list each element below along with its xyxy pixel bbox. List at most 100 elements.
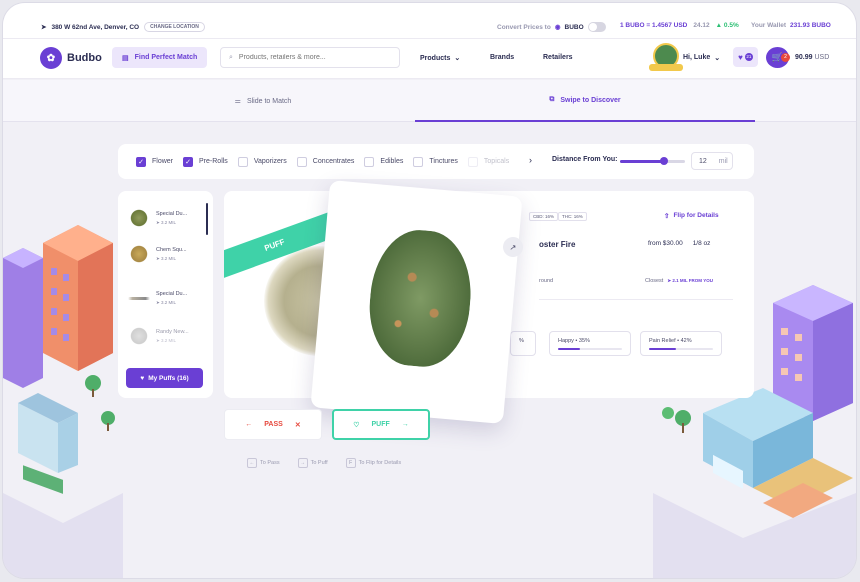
list-item[interactable]: Special Du... ➤ 3.2 MIL — [128, 283, 208, 313]
flip-icon: ⇧ — [664, 213, 670, 220]
greeting: Hi, Luke — [683, 54, 711, 61]
budbo-logo-icon: ✿ — [40, 47, 62, 69]
effect-bar-fill — [558, 348, 581, 350]
product-distance: 3.2 MIL — [161, 219, 177, 225]
product-thumbnail — [128, 209, 150, 227]
puff-button[interactable]: ♡ PUFF → — [332, 409, 430, 440]
nav-retailers[interactable]: Retailers — [543, 54, 573, 61]
top-info-bar: ➤ 380 W 62nd Ave, Denver, CO CHANGE LOCA… — [3, 3, 856, 39]
effect-chip: Pain Relief • 42% — [640, 331, 722, 356]
change-location-button[interactable]: CHANGE LOCATION — [144, 22, 205, 32]
product-distance: 3.2 MIL — [161, 255, 177, 261]
hint-flip-text: To Flip for Details — [358, 460, 402, 466]
balance: 90.99 USD — [795, 54, 829, 61]
list-item[interactable]: Chem Squ... ➤ 3.2 MIL — [128, 239, 208, 269]
distance-slider-handle[interactable] — [660, 157, 669, 165]
city-illustration-left — [3, 225, 123, 578]
rate-price: 24.12 — [693, 22, 710, 29]
hint-pass-text: To Pass — [260, 460, 280, 466]
filter-topicals-label: Topicals — [483, 158, 510, 165]
heart-icon: ♥ — [738, 52, 743, 62]
wallet-label: Your Wallet — [751, 22, 787, 29]
brand-logo[interactable]: ✿ Budbo — [40, 47, 102, 69]
brand-name: Budbo — [67, 52, 102, 64]
retailer-name: round — [539, 278, 554, 284]
pass-button[interactable]: ← PASS ✕ — [224, 409, 322, 440]
effect-bar — [558, 348, 622, 350]
effect-label: Pain Relief • 42% — [649, 338, 692, 344]
closest-label: Closest — [645, 278, 664, 284]
flip-details-button[interactable]: ⇧ Flip for Details — [664, 212, 719, 220]
distance-slider-fill — [620, 160, 665, 163]
checkbox-vaporizers[interactable] — [237, 156, 248, 167]
checkbox-topicals[interactable] — [467, 156, 478, 167]
tab-slide-to-match[interactable]: ⚌ Slide to Match — [113, 80, 413, 122]
tab-swipe-to-discover[interactable]: ⧉ Swipe to Discover — [415, 80, 755, 122]
product-thumbnail — [128, 296, 150, 300]
find-perfect-match-button[interactable]: ▤ Find Perfect Match — [112, 47, 208, 68]
mode-tabs: ⚌ Slide to Match ⧉ Swipe to Discover — [3, 80, 856, 122]
convert-toggle[interactable] — [587, 22, 606, 32]
key-f: F — [345, 458, 356, 468]
distance-slider[interactable] — [620, 157, 685, 165]
my-puffs-button[interactable]: ♥ My Puffs (16) — [126, 368, 203, 388]
list-item[interactable]: Special Du... ➤ 3.2 MIL — [128, 203, 208, 233]
nav-products[interactable]: Products ⌄ — [420, 54, 460, 63]
location: ➤ 380 W 62nd Ave, Denver, CO CHANGE LOCA… — [41, 22, 205, 32]
hint-puff: → To Puff — [297, 458, 328, 468]
product-thumbnail — [128, 327, 150, 345]
filter-concentrates[interactable]: Concentrates — [296, 156, 355, 167]
search-box[interactable]: ⌕ — [220, 47, 400, 68]
checkbox-tinctures[interactable] — [413, 156, 424, 167]
checkbox-edibles[interactable] — [364, 156, 375, 167]
list-item[interactable]: Randy New... ➤ 3.2 MIL — [128, 321, 208, 351]
closest-value: 2.1 MIL FROM YOU — [672, 278, 713, 283]
bubo-rate: 1 BUBO = 1.4567 USD 24.12 ▲ 0.5% — [620, 22, 739, 29]
heart-outline-icon: ♡ — [353, 421, 360, 429]
arrow-left-icon: ← — [245, 421, 253, 428]
favorites-button[interactable]: ♥ 21 — [733, 47, 758, 67]
wallet-value: 231.93 BUBO — [790, 22, 831, 29]
thc-tag: THC: 16% — [558, 212, 587, 221]
nav-products-label: Products — [420, 54, 451, 62]
nav-retailers-label: Retailers — [543, 54, 573, 61]
product-name: Chem Squ... — [156, 246, 187, 253]
filter-topicals[interactable]: Topicals — [467, 156, 510, 167]
keyboard-hints: ← To Pass → To Puff F To Flip for Details — [247, 458, 401, 468]
product-name: Randy New... — [156, 328, 189, 335]
distance-input[interactable]: 12 mil — [691, 152, 733, 170]
wallet[interactable]: Your Wallet 231.93 BUBO — [751, 22, 831, 29]
my-puffs-label: My Puffs (16) — [148, 374, 189, 382]
filter-pre-rolls[interactable]: ✓ Pre-Rolls — [183, 156, 228, 167]
effect-bar — [649, 348, 713, 350]
price-size: 1/8 oz — [692, 240, 711, 247]
filter-tinctures[interactable]: Tinctures — [413, 156, 458, 167]
hint-flip: F To Flip for Details — [345, 458, 402, 468]
convert-currency: BUBO — [564, 23, 584, 31]
product-card-front[interactable] — [310, 180, 523, 424]
checkbox-concentrates[interactable] — [296, 156, 307, 167]
effect-chip: Happy • 35% — [549, 331, 631, 356]
product-thumbnail — [128, 245, 150, 263]
hint-puff-text: To Puff — [310, 460, 328, 466]
flip-label: Flip for Details — [673, 212, 719, 219]
filter-concentrates-label: Concentrates — [312, 158, 355, 165]
filter-flower[interactable]: ✓ Flower — [136, 156, 173, 167]
filter-edibles[interactable]: Edibles — [364, 156, 403, 167]
convert-prices: Convert Prices to ◉ BUBO — [497, 22, 606, 32]
filter-vaporizers[interactable]: Vaporizers — [237, 156, 287, 167]
checkbox-pre-rolls[interactable]: ✓ — [183, 156, 194, 167]
closest-distance: Closest ➤ 2.1 MIL FROM YOU — [645, 278, 713, 284]
find-match-label: Find Perfect Match — [134, 54, 198, 61]
filter-pre-rolls-label: Pre-Rolls — [199, 158, 228, 165]
chevron-right-icon[interactable]: › — [529, 155, 532, 165]
nav-brands[interactable]: Brands — [490, 54, 514, 61]
key-right: → — [297, 458, 308, 468]
checkbox-flower[interactable]: ✓ — [136, 156, 146, 167]
search-input[interactable] — [238, 54, 389, 61]
user-menu[interactable]: Hi, Luke ⌄ — [683, 54, 720, 62]
filter-vaporizers-label: Vaporizers — [253, 158, 287, 165]
match-cards-icon: ▤ — [122, 54, 129, 62]
distance-label: Distance From You: — [552, 156, 618, 163]
puff-label: PUFF — [371, 421, 390, 428]
